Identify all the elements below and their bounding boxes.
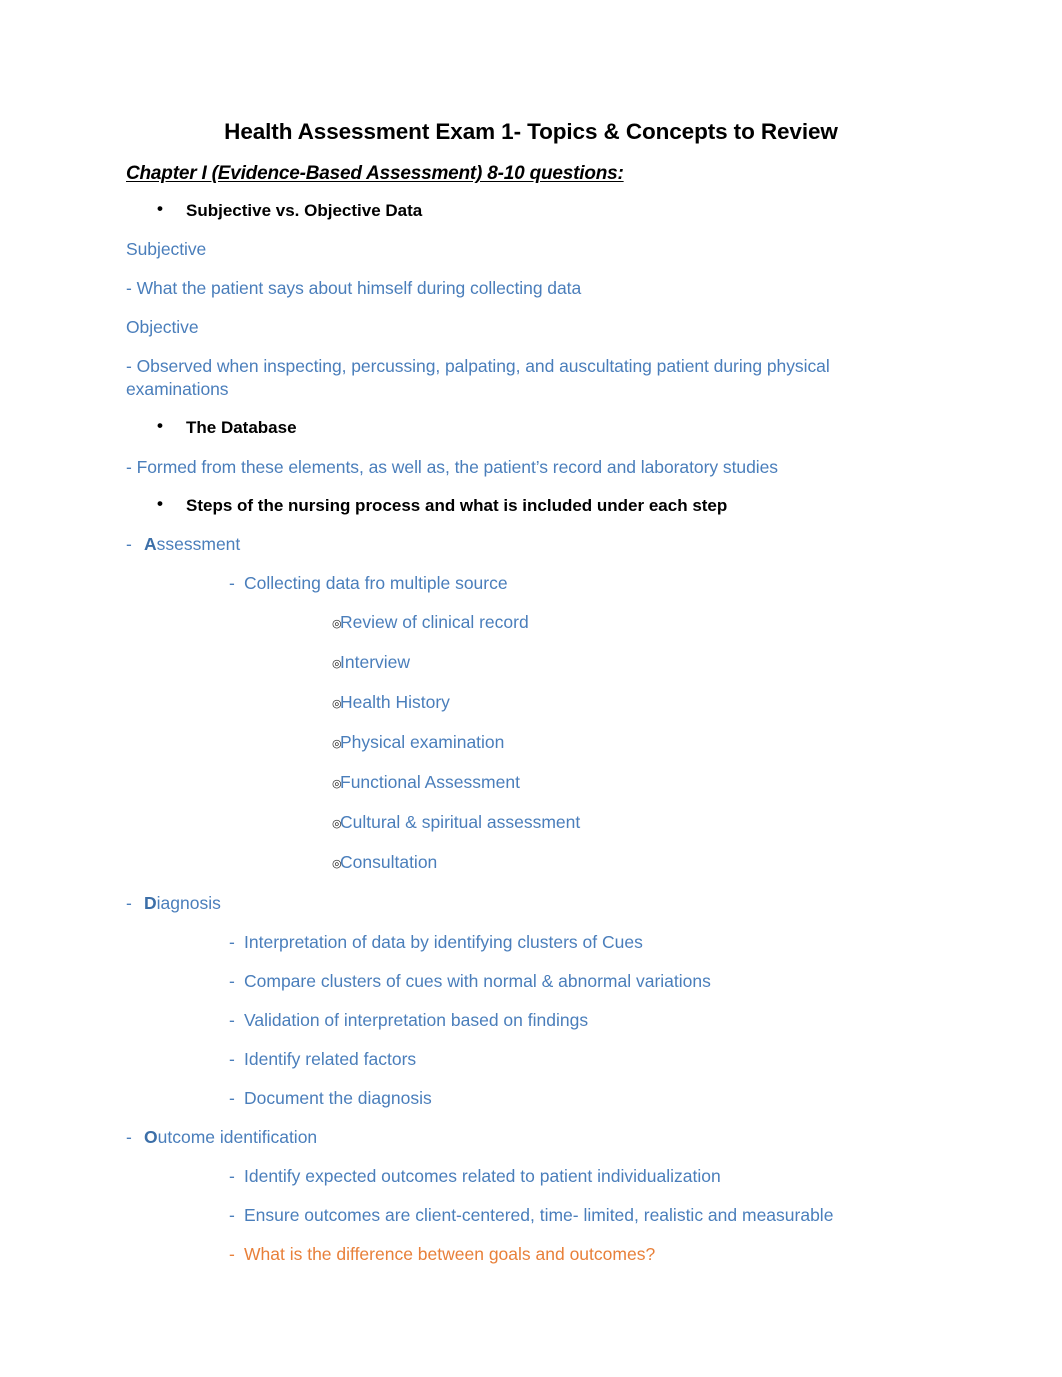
list-item-assessment: - Assessment — [126, 533, 936, 556]
round-bullet-icon: • — [157, 416, 163, 436]
diagnosis-initial-letter: D — [144, 892, 157, 913]
list-item-label: Cultural & spiritual assessment — [340, 812, 581, 833]
list-item-diagnosis: - Diagnosis — [126, 892, 936, 915]
dash-bullet-icon: - — [229, 1205, 235, 1226]
document-body: Health Assessment Exam 1- Topics & Conce… — [126, 118, 936, 1283]
outcome-label: utcome identification — [157, 1127, 318, 1148]
assessment-label: ssessment — [156, 533, 241, 554]
list-item-label: Identify expected outcomes related to pa… — [244, 1166, 721, 1187]
list-item-document-the-diagnosis: - Document the diagnosis — [126, 1087, 936, 1110]
bullseye-bullet-icon: ◎ — [332, 738, 342, 751]
list-item-ensure-outcomes: - Ensure outcomes are client-centered, ti… — [126, 1204, 936, 1227]
list-item-label: Consultation — [340, 852, 438, 873]
list-item-review-of-clinical-record: ◎ Review of clinical record — [126, 611, 936, 634]
diagnosis-label: iagnosis — [156, 892, 221, 913]
list-item-interpretation-of-data: - Interpretation of data by identifying c… — [126, 931, 936, 954]
list-item-label-highlighted: What is the difference between goals and… — [244, 1244, 656, 1265]
assessment-initial-letter: A — [144, 533, 157, 554]
dash-bullet-icon: - — [126, 892, 132, 913]
list-item-label: Interview — [340, 652, 411, 672]
bullseye-bullet-icon: ◎ — [332, 698, 342, 711]
bullet-label: The Database — [186, 418, 297, 438]
list-item-label: Collecting data fro multiple source — [244, 572, 508, 593]
subjective-label: Subjective — [126, 238, 207, 259]
list-item-identify-expected-outcomes: - Identify expected outcomes related to p… — [126, 1165, 936, 1188]
list-item-outcome-identification: - Outcome identification — [126, 1126, 936, 1149]
subjective-description: - What the patient says about himself du… — [126, 278, 582, 299]
outcome-initial-letter: O — [144, 1127, 158, 1148]
list-item-label: Ensure outcomes are client-centered, tim… — [244, 1205, 834, 1226]
database-description: - Formed from these elements, as well as… — [126, 456, 778, 477]
list-item-health-history: ◎ Health History — [126, 691, 936, 714]
chapter-heading: Chapter I (Evidence-Based Assessment) 8-… — [126, 163, 624, 185]
dash-bullet-icon: - — [229, 1009, 235, 1030]
bullet-subjective-vs-objective: • Subjective vs. Objective Data — [126, 198, 936, 222]
dash-bullet-icon: - — [229, 931, 235, 952]
list-item-consultation: ◎ Consultation — [126, 851, 936, 874]
page-title: Health Assessment Exam 1- Topics & Conce… — [224, 119, 838, 144]
bullet-the-database: • The Database — [126, 416, 936, 439]
dash-bullet-icon: - — [229, 1166, 235, 1187]
list-item-validation-of-interpretation: - Validation of interpretation based on f… — [126, 1009, 936, 1032]
dash-bullet-icon: - — [229, 572, 235, 593]
list-item-label: Functional Assessment — [340, 772, 520, 793]
document-page: Health Assessment Exam 1- Topics & Conce… — [0, 0, 1062, 1377]
list-item-label: Document the diagnosis — [244, 1088, 432, 1109]
dash-bullet-icon: - — [229, 1244, 235, 1265]
round-bullet-icon: • — [157, 493, 163, 513]
bullseye-bullet-icon: ◎ — [332, 658, 342, 670]
list-item-functional-assessment: ◎ Functional Assessment — [126, 771, 936, 794]
objective-label: Objective — [126, 317, 199, 338]
list-item-goals-vs-outcomes-question: - What is the difference between goals an… — [126, 1243, 936, 1266]
list-item-label: Review of clinical record — [340, 611, 529, 632]
list-item-label: Physical examination — [340, 732, 505, 753]
bullseye-bullet-icon: ◎ — [332, 858, 342, 871]
bullet-label: Steps of the nursing process and what is… — [186, 495, 728, 515]
list-item-physical-examination: ◎ Physical examination — [126, 731, 936, 754]
list-item-collecting-data: - Collecting data fro multiple source — [126, 572, 936, 595]
bullet-label: Subjective vs. Objective Data — [186, 200, 423, 220]
list-item-label: Identify related factors — [244, 1048, 417, 1069]
bullseye-bullet-icon: ◎ — [332, 818, 342, 831]
dash-bullet-icon: - — [229, 1088, 235, 1109]
list-item-label: Validation of interpretation based on fi… — [244, 1009, 589, 1030]
bullet-nursing-process-steps: • Steps of the nursing process and what i… — [126, 493, 936, 517]
list-item-cultural-spiritual-assessment: ◎ Cultural & spiritual assessment — [126, 811, 936, 834]
round-bullet-icon: • — [157, 198, 163, 218]
bullseye-bullet-icon: ◎ — [332, 778, 342, 791]
dash-bullet-icon: - — [126, 1127, 132, 1148]
bullseye-bullet-icon: ◎ — [332, 617, 342, 630]
dash-bullet-icon: - — [229, 970, 235, 991]
dash-bullet-icon: - — [229, 1048, 235, 1069]
objective-description: - Observed when inspecting, percussing, … — [126, 356, 830, 400]
dash-bullet-icon: - — [126, 533, 132, 554]
list-item-label: Compare clusters of cues with normal & a… — [244, 970, 711, 991]
list-item-label: Health History — [340, 692, 450, 713]
list-item-compare-clusters: - Compare clusters of cues with normal & … — [126, 970, 936, 993]
list-item-label: Interpretation of data by identifying cl… — [244, 931, 643, 952]
list-item-identify-related-factors: - Identify related factors — [126, 1048, 936, 1071]
list-item-interview: ◎ Interview — [126, 651, 936, 674]
